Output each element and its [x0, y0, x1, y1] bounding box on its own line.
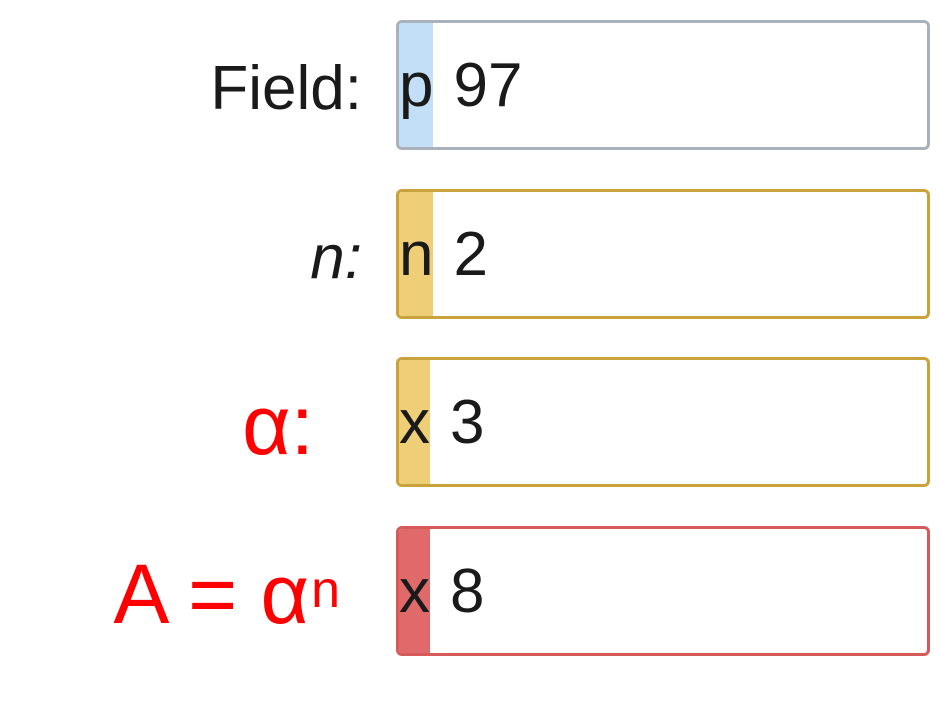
alpha-x-tag: x: [399, 360, 430, 484]
n-tag: n: [399, 192, 434, 316]
n-input[interactable]: [433, 192, 927, 316]
alpha-row: α: x: [0, 357, 940, 493]
alpha-input-group: x: [396, 357, 930, 487]
result-input-group: x: [396, 526, 930, 656]
result-label-base: A = α: [113, 546, 310, 641]
result-row: A = αn x: [0, 526, 940, 662]
n-input-group: n: [396, 189, 930, 319]
n-row: n: n: [0, 189, 940, 325]
result-label: A = αn: [113, 526, 340, 662]
n-label: n:: [310, 222, 362, 292]
field-label: Field:: [210, 53, 362, 123]
field-row: Field: p: [0, 20, 940, 156]
result-x-input[interactable]: [430, 529, 927, 653]
result-x-tag: x: [399, 529, 430, 653]
alpha-label: α:: [242, 377, 314, 472]
result-label-exponent: n: [311, 561, 340, 619]
field-p-input[interactable]: [433, 23, 927, 147]
alpha-x-input[interactable]: [430, 360, 927, 484]
field-input-group: p: [396, 20, 930, 150]
field-p-tag: p: [399, 23, 434, 147]
